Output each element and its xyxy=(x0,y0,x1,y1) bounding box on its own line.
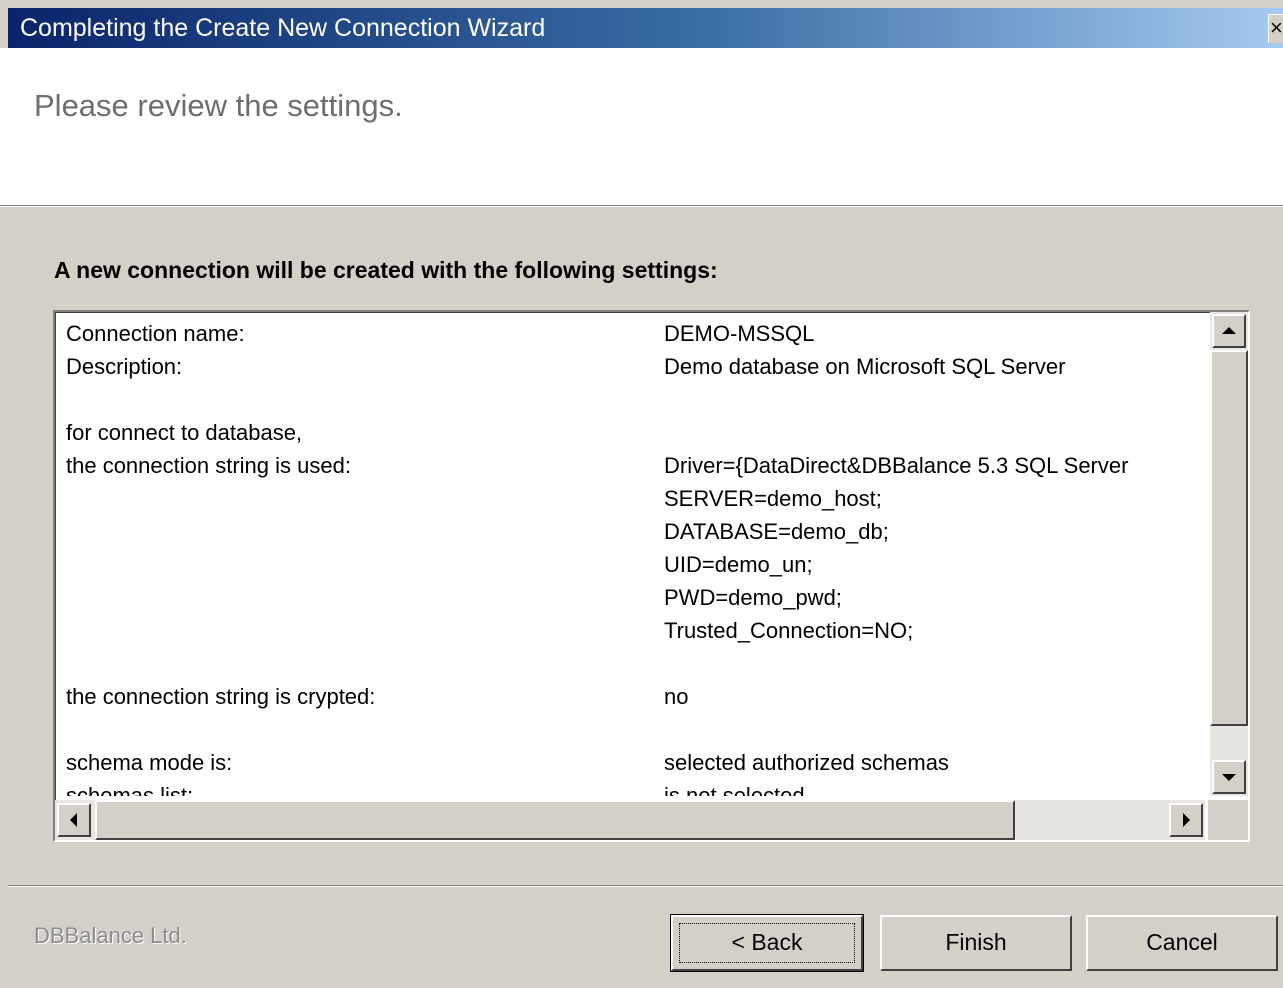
finish-button-label: Finish xyxy=(945,929,1007,955)
vertical-scroll-thumb[interactable] xyxy=(1210,350,1248,726)
setting-label: Connection name: xyxy=(66,321,245,346)
setting-label: schemas list: xyxy=(66,783,194,796)
setting-value: Trusted_Connection=NO; xyxy=(664,618,914,643)
list-row: the connection string is used: Driver={Da… xyxy=(55,453,1205,483)
horizontal-scroll-thumb[interactable] xyxy=(95,800,1015,840)
setting-value: UID=demo_un; xyxy=(664,552,813,577)
setting-value: no xyxy=(664,684,689,709)
setting-label: the connection string is crypted: xyxy=(66,684,376,709)
setting-value: is not selected xyxy=(664,783,805,796)
cancel-button[interactable]: Cancel xyxy=(1086,915,1278,971)
scrollbar-corner xyxy=(1208,800,1248,840)
close-button[interactable]: × xyxy=(1268,14,1283,43)
list-row: schemas list: is not selected xyxy=(55,783,1205,796)
setting-value: Demo database on Microsoft SQL Server xyxy=(664,354,1066,379)
down-arrow-icon xyxy=(1222,774,1236,781)
list-row: schema mode is: selected authorized schem… xyxy=(55,750,1205,780)
header-divider xyxy=(0,205,1283,207)
list-row: PWD=demo_pwd; xyxy=(55,585,1205,615)
setting-label: schema mode is: xyxy=(66,750,233,775)
list-row xyxy=(55,651,1205,681)
setting-label: Description: xyxy=(66,354,183,379)
list-row xyxy=(55,717,1205,747)
wizard-header: Please review the settings. xyxy=(0,48,1283,205)
left-arrow-icon xyxy=(70,813,77,827)
scroll-down-button[interactable] xyxy=(1212,760,1246,794)
list-row: DATABASE=demo_db; xyxy=(55,519,1205,549)
list-row: Trusted_Connection=NO; xyxy=(55,618,1205,648)
window-title: Completing the Create New Connection Wiz… xyxy=(20,14,546,42)
list-row: SERVER=demo_host; xyxy=(55,486,1205,516)
setting-label: for connect to database, xyxy=(66,420,303,445)
setting-value: DATABASE=demo_db; xyxy=(664,519,889,544)
horizontal-scrollbar[interactable] xyxy=(55,800,1205,840)
setting-value: Driver={DataDirect&DBBalance 5.3 SQL Ser… xyxy=(664,453,1129,478)
settings-heading: A new connection will be created with th… xyxy=(54,257,718,283)
setting-value: PWD=demo_pwd; xyxy=(664,585,842,610)
footer-divider xyxy=(8,885,1283,887)
header-subtitle: Please review the settings. xyxy=(34,88,403,123)
settings-list-content: Connection name: DEMO-MSSQL Description: De… xyxy=(55,312,1205,796)
up-arrow-icon xyxy=(1222,327,1236,334)
scroll-up-button[interactable] xyxy=(1212,314,1246,348)
setting-value: DEMO-MSSQL xyxy=(664,321,815,346)
list-row: UID=demo_un; xyxy=(55,552,1205,582)
company-label: DBBalance Ltd. xyxy=(34,923,187,948)
list-row: the connection string is crypted: no xyxy=(55,684,1205,714)
setting-value: selected authorized schemas xyxy=(664,750,949,775)
wizard-dialog: Completing the Create New Connection Wiz… xyxy=(0,0,1283,988)
scroll-left-button[interactable] xyxy=(57,803,91,837)
setting-value: SERVER=demo_host; xyxy=(664,486,882,511)
back-button[interactable]: < Back xyxy=(670,914,864,972)
list-row: for connect to database, xyxy=(55,420,1205,450)
list-row xyxy=(55,387,1205,417)
cancel-button-label: Cancel xyxy=(1146,929,1218,955)
back-button-label: < Back xyxy=(731,929,803,955)
title-bar[interactable]: Completing the Create New Connection Wiz… xyxy=(8,8,1283,48)
list-row: Description: Demo database on Microsoft S… xyxy=(55,354,1205,384)
list-row: Connection name: DEMO-MSSQL xyxy=(55,321,1205,351)
settings-list[interactable]: Connection name: DEMO-MSSQL Description: De… xyxy=(53,310,1250,842)
setting-label: the connection string is used: xyxy=(66,453,351,478)
right-arrow-icon xyxy=(1183,813,1190,827)
scroll-right-button[interactable] xyxy=(1169,803,1203,837)
vertical-scrollbar[interactable] xyxy=(1210,312,1248,796)
finish-button[interactable]: Finish xyxy=(880,915,1072,971)
